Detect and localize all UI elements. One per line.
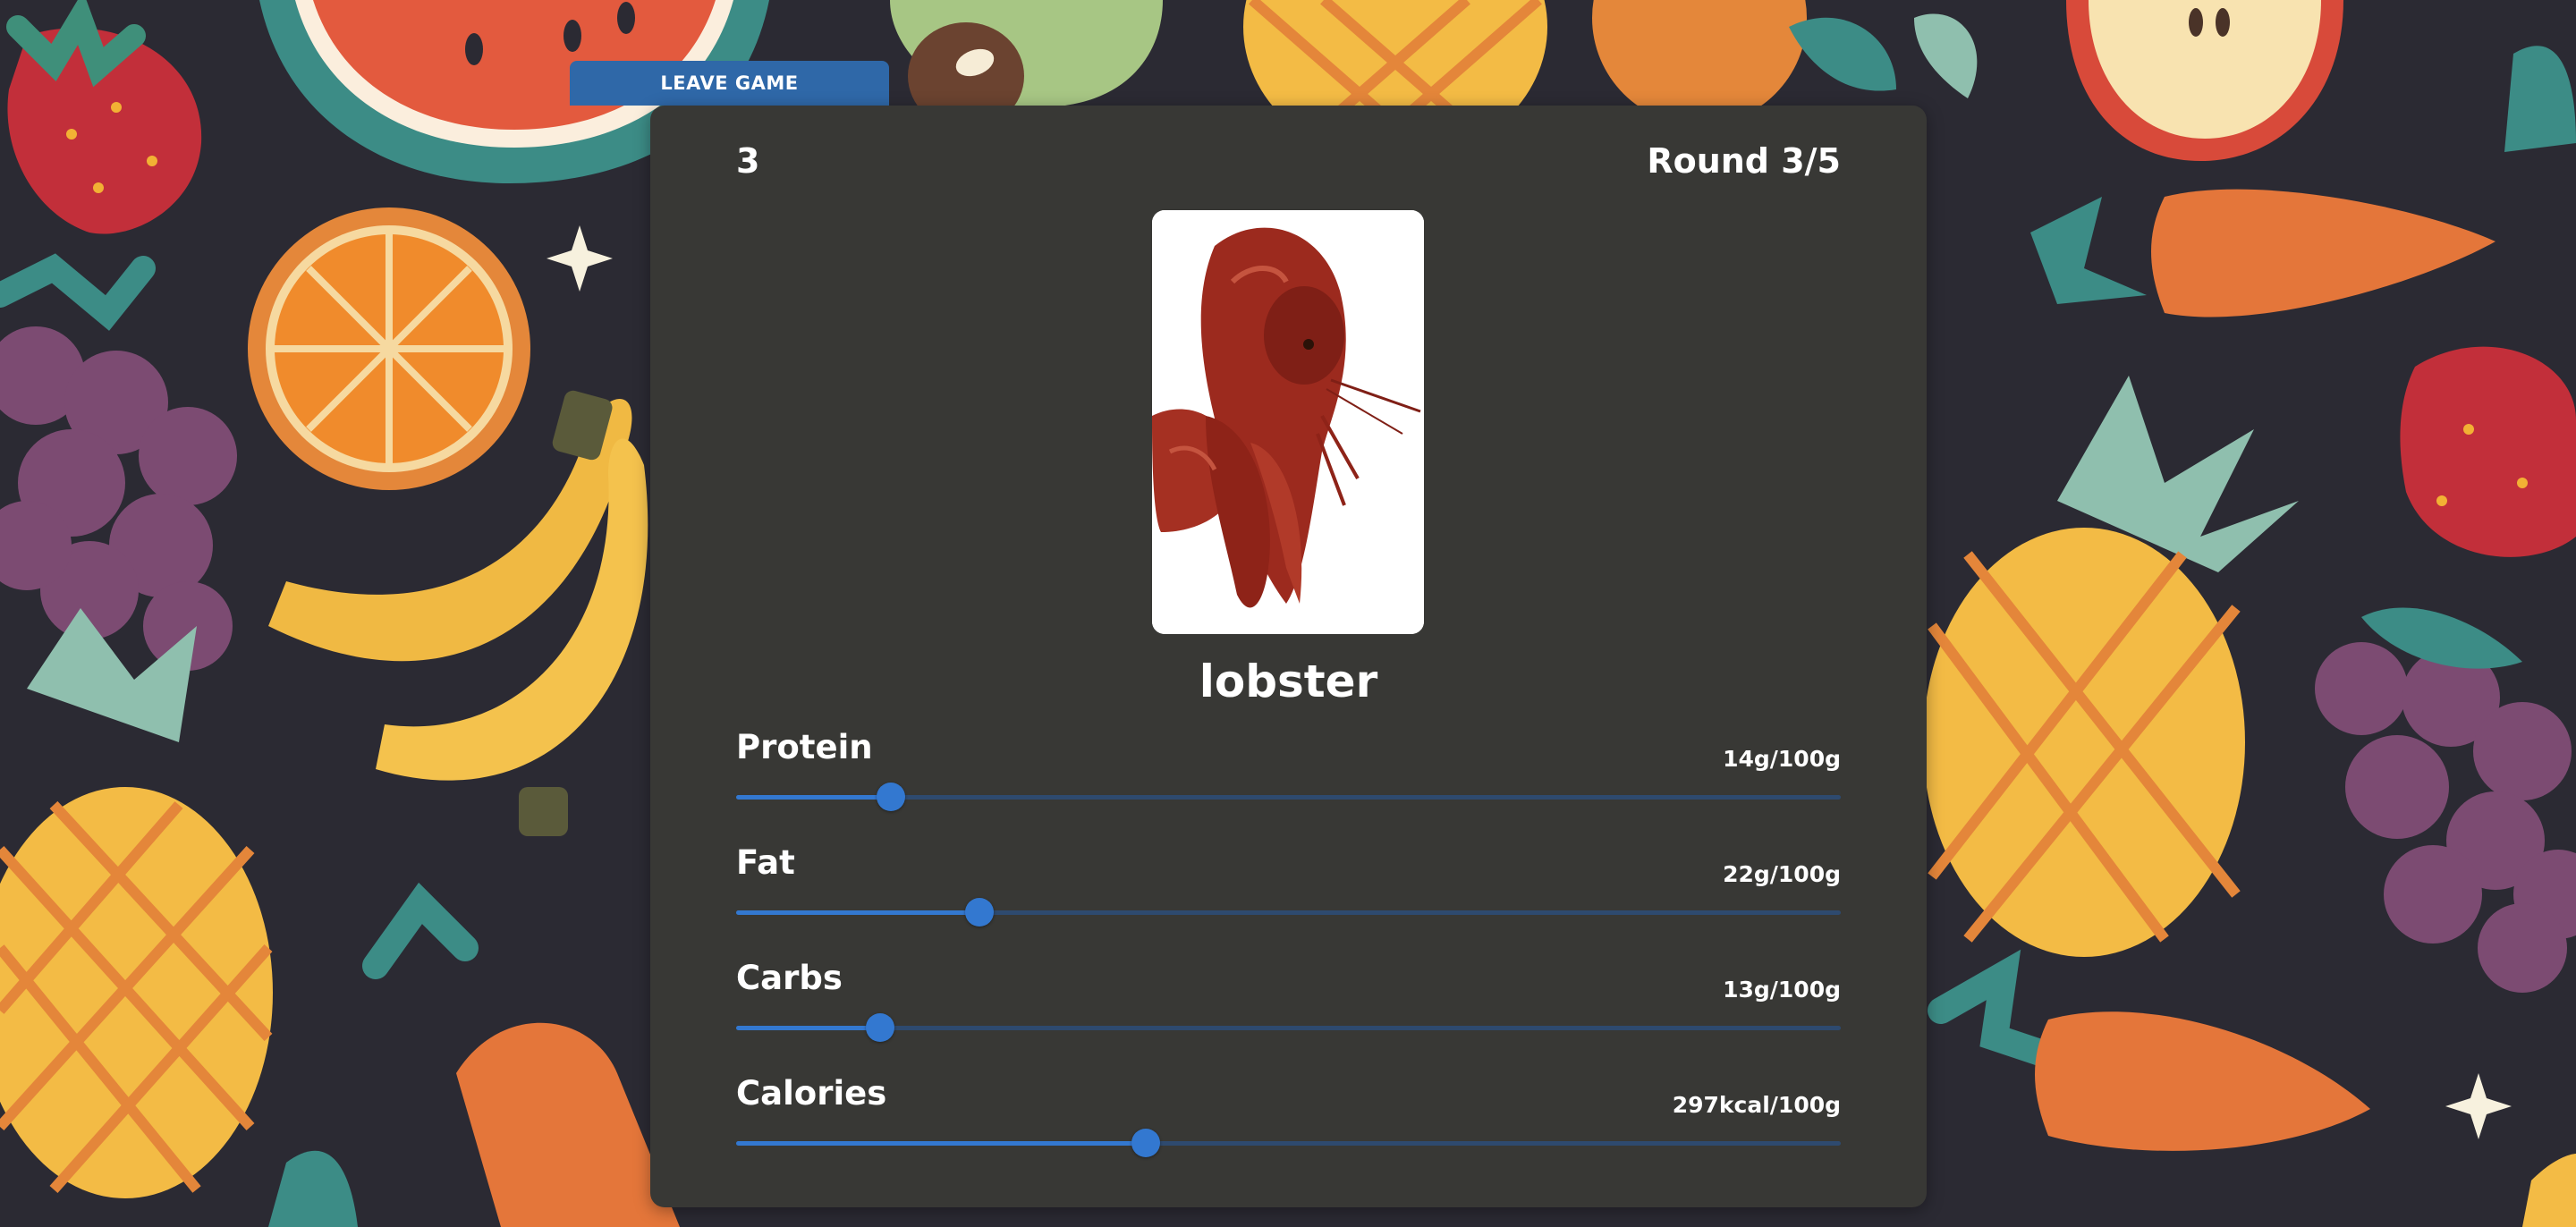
- carbs-slider[interactable]: [736, 1013, 1841, 1042]
- slider-thumb[interactable]: [865, 1013, 894, 1042]
- nutrient-fat: Fat 22g/100g: [736, 843, 1841, 942]
- fat-slider[interactable]: [736, 898, 1841, 927]
- round-indicator: Round 3/5: [1647, 141, 1841, 181]
- slider-thumb[interactable]: [876, 783, 905, 811]
- slider-fill: [736, 910, 979, 915]
- slider-fill: [736, 1141, 1147, 1146]
- nutrient-value: 297kcal/100g: [1672, 1092, 1841, 1118]
- calories-slider[interactable]: [736, 1129, 1841, 1157]
- nutrient-protein: Protein 14g/100g: [736, 728, 1841, 826]
- nutrient-value: 14g/100g: [1723, 746, 1841, 772]
- slider-fill: [736, 795, 891, 800]
- slider-fill: [736, 1026, 880, 1030]
- orange-icon: [248, 207, 530, 490]
- nutrient-label: Fat: [736, 843, 795, 882]
- food-name: lobster: [1199, 656, 1378, 707]
- nutrient-value: 22g/100g: [1723, 861, 1841, 887]
- lobster-photo-icon: [1152, 210, 1424, 634]
- nutrient-label: Calories: [736, 1074, 887, 1113]
- score-counter: 3: [736, 141, 760, 181]
- game-card: 3 Round 3/5 lobster Protein 14g/100g Fat…: [650, 106, 1927, 1207]
- nutrient-calories: Calories 297kcal/100g: [736, 1074, 1841, 1172]
- protein-slider[interactable]: [736, 783, 1841, 811]
- slider-thumb[interactable]: [1131, 1129, 1161, 1157]
- nutrient-label: Protein: [736, 728, 873, 766]
- leave-game-button[interactable]: LEAVE GAME: [570, 61, 889, 106]
- slider-thumb[interactable]: [964, 898, 994, 927]
- nutrient-carbs: Carbs 13g/100g: [736, 959, 1841, 1057]
- nutrient-label: Carbs: [736, 959, 843, 997]
- nutrient-value: 13g/100g: [1723, 977, 1841, 1003]
